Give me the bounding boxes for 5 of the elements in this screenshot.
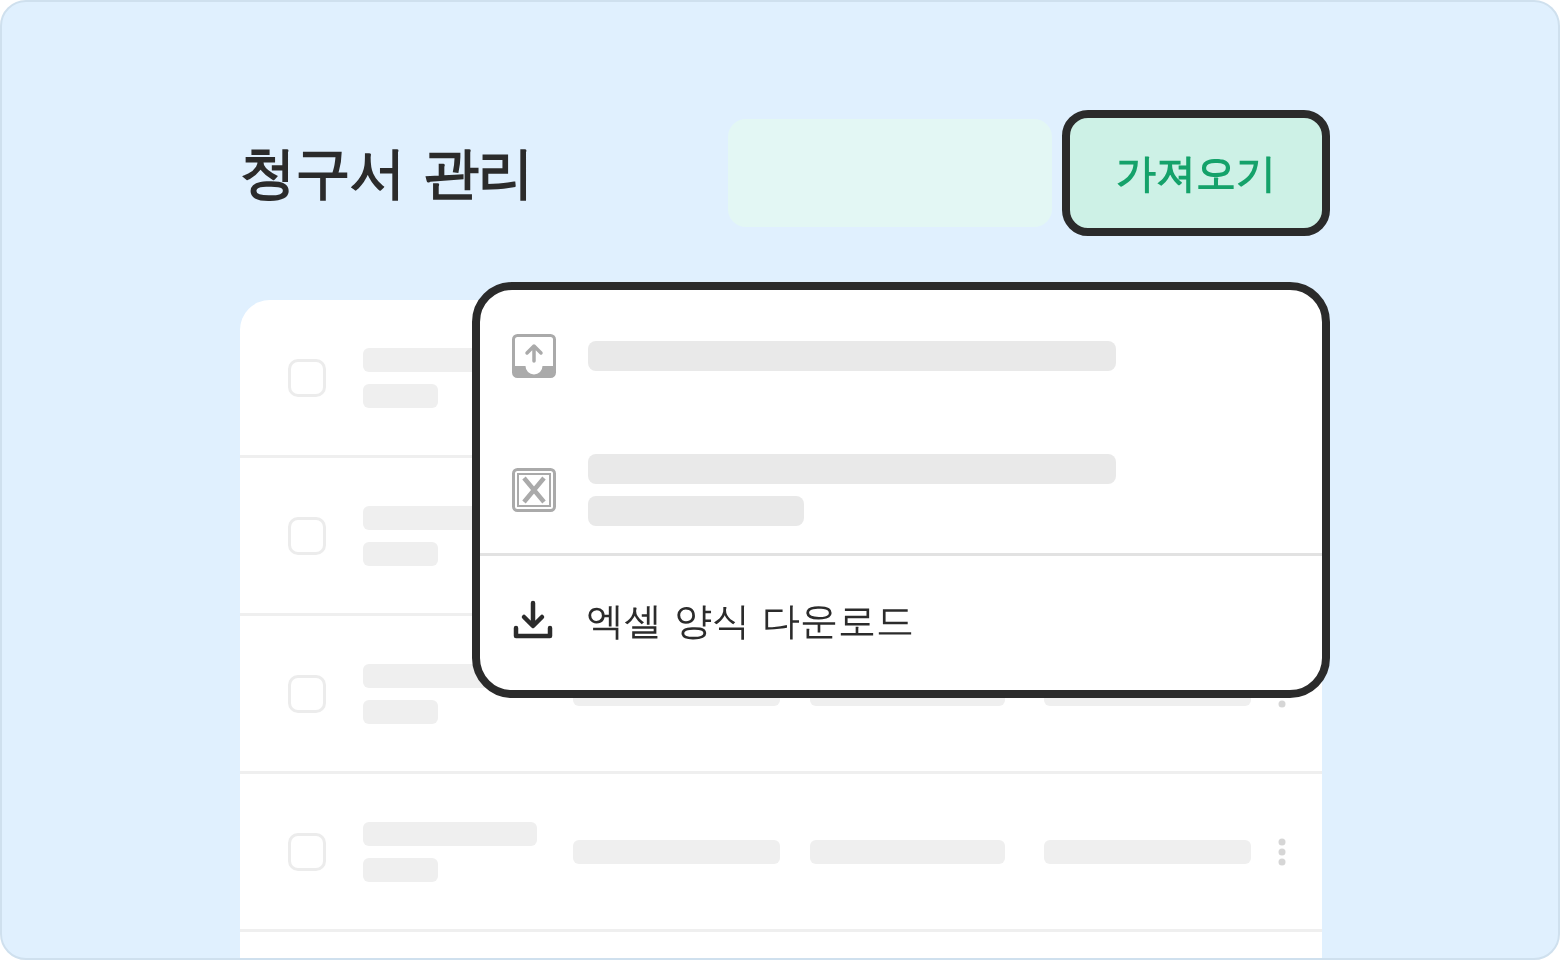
download-template-item[interactable]: 엑셀 양식 다운로드 xyxy=(480,556,1322,686)
upload-tray-icon xyxy=(512,334,556,378)
more-icon[interactable] xyxy=(1278,837,1286,866)
page-title: 청구서 관리 xyxy=(240,139,534,207)
spreadsheet-icon xyxy=(512,467,556,512)
